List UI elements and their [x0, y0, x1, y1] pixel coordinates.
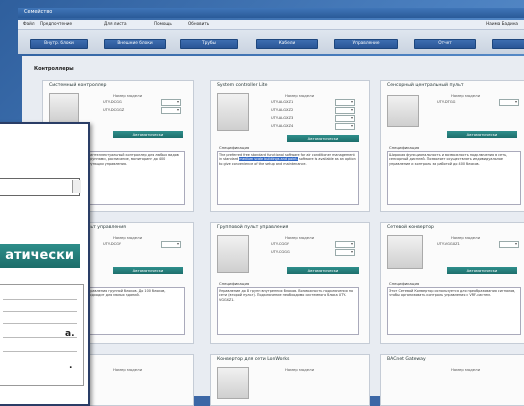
nav-bar: Внутр. блоки Внешние блоки Трубы Кабели … — [18, 30, 524, 54]
product-thumbnail-icon — [387, 235, 423, 269]
model-code: UTY-DTGG — [437, 100, 456, 104]
spec-text[interactable]: Этот Сетевой Конвертор используется для … — [387, 287, 521, 335]
application-window: Семейство Файл Предпочтение Для листа По… — [0, 0, 524, 406]
model-code: UTY-ALGXZ3 — [271, 116, 294, 120]
zoomed-text: . — [69, 361, 73, 371]
nav-control[interactable]: Управление — [334, 39, 398, 49]
quantity-select[interactable] — [161, 241, 181, 248]
auto-button[interactable]: Автоматически — [113, 267, 183, 274]
quantity-select[interactable] — [335, 123, 355, 130]
quantity-select[interactable] — [161, 99, 181, 106]
quantity-select[interactable] — [499, 241, 519, 248]
spec-text[interactable]: Управление до 8 групп внутренних блоков.… — [217, 287, 359, 335]
model-code: UTY-ALGXZ1 — [271, 100, 294, 104]
card-title: Конвертор для сети LonWorks — [217, 357, 290, 362]
section-title: Контроллеры — [34, 66, 74, 72]
user-name: Наима Бадина — [486, 21, 518, 26]
card-title: System controller Lite — [217, 83, 268, 88]
title-bar: Семейство — [18, 8, 524, 18]
quantity-select[interactable] — [335, 99, 355, 106]
card-title: Групповой пульт управления — [217, 225, 289, 230]
product-thumbnail-icon — [217, 235, 249, 273]
auto-button[interactable]: Автоматически — [447, 267, 517, 274]
zoomed-select-field[interactable] — [0, 178, 80, 196]
chevron-down-icon[interactable] — [72, 180, 81, 193]
spec-label: Спецификация — [389, 281, 420, 286]
model-code: UTY-DCGY — [103, 242, 121, 246]
nav-cables[interactable]: Кабели — [256, 39, 318, 49]
model-label: Номер модели — [113, 93, 143, 98]
quantity-select[interactable] — [335, 241, 355, 248]
menu-item-sheet[interactable]: Для листа — [104, 21, 127, 26]
card-title: BACnet Gateway — [387, 357, 426, 362]
card-group-remote: Групповой пульт управления Номер модели … — [210, 222, 370, 344]
nav-outdoor-units[interactable]: Внешние блоки — [104, 39, 166, 49]
quantity-select[interactable] — [335, 107, 355, 114]
window-title: Семейство — [24, 9, 53, 15]
spec-text[interactable]: Широкая функциональность и возможность п… — [387, 151, 521, 205]
spec-label: Спецификация — [219, 281, 250, 286]
auto-button[interactable]: Автоматически — [287, 135, 359, 142]
product-thumbnail-icon — [217, 367, 249, 399]
model-code: UTY-CGGY — [271, 242, 289, 246]
model-code: UTY-DCGG — [103, 100, 122, 104]
card-lonworks-converter: Конвертор для сети LonWorks Номер модели — [210, 354, 370, 406]
menu-item-refresh[interactable]: Обновить — [188, 21, 209, 26]
spec-text[interactable]: The preferred free standard functional s… — [217, 151, 359, 205]
card-bacnet-gateway: BACnet Gateway Номер модели — [380, 354, 524, 406]
model-code: UTY-CGGG — [271, 250, 290, 254]
model-label: Номер модели — [113, 235, 143, 240]
model-label: Номер модели — [451, 367, 481, 372]
auto-button[interactable]: Автоматически — [287, 267, 359, 274]
model-label: Номер модели — [285, 367, 315, 372]
product-thumbnail-icon — [49, 93, 79, 123]
nav-extra[interactable] — [492, 39, 524, 49]
card-title: Сетевой конвертор — [387, 225, 434, 230]
menu-item-help[interactable]: Помощь — [154, 21, 172, 26]
model-code: UTY-VGGXZ1 — [437, 242, 460, 246]
model-code: UTY-ALGXZ4 — [271, 124, 294, 128]
quantity-select[interactable] — [161, 107, 181, 114]
quantity-select[interactable] — [335, 249, 355, 256]
model-code: UTY-ALGXZ2 — [271, 108, 294, 112]
nav-pipes[interactable]: Трубы — [180, 39, 238, 49]
zoomed-spec-text[interactable]: а. . — [0, 284, 84, 386]
menu-item-file[interactable]: Файл — [23, 21, 35, 26]
model-label: Номер модели — [451, 93, 481, 98]
model-label: Номер модели — [285, 93, 315, 98]
zoom-overlay-panel: атически а. . — [0, 122, 90, 406]
quantity-select[interactable] — [335, 115, 355, 122]
text-line — [3, 299, 77, 300]
model-label: Номер модели — [113, 367, 143, 372]
card-touch-central-remote: Сенсорный центральный пульт Номер модели… — [380, 80, 524, 212]
auto-button[interactable]: Автоматически — [113, 131, 183, 138]
auto-button[interactable]: Автоматически — [447, 131, 517, 138]
zoomed-text: а. — [65, 329, 75, 339]
menu-bar: Файл Предпочтение Для листа Помощь Обнов… — [18, 20, 524, 30]
card-system-controller-lite: System controller Lite Номер модели UTY-… — [210, 80, 370, 212]
product-thumbnail-icon — [387, 95, 419, 127]
spec-label: Спецификация — [389, 145, 420, 150]
card-title: Системный контроллер — [49, 83, 107, 88]
text-line — [3, 311, 77, 312]
model-label: Номер модели — [451, 235, 481, 240]
text-line — [3, 323, 77, 324]
quantity-select[interactable] — [499, 99, 519, 106]
text-line — [3, 351, 77, 352]
card-title: Сенсорный центральный пульт — [387, 83, 464, 88]
nav-indoor-units[interactable]: Внутр. блоки — [30, 39, 88, 49]
product-thumbnail-icon — [217, 93, 249, 131]
spec-label: Спецификация — [219, 145, 250, 150]
menu-item-preferences[interactable]: Предпочтение — [40, 21, 72, 26]
model-label: Номер модели — [285, 235, 315, 240]
model-code: UTY-DCGGZ — [103, 108, 125, 112]
zoomed-auto-button[interactable]: атически — [0, 244, 80, 268]
nav-report[interactable]: Отчет — [414, 39, 476, 49]
card-network-converter: Сетевой конвертор Номер модели UTY-VGGXZ… — [380, 222, 524, 344]
